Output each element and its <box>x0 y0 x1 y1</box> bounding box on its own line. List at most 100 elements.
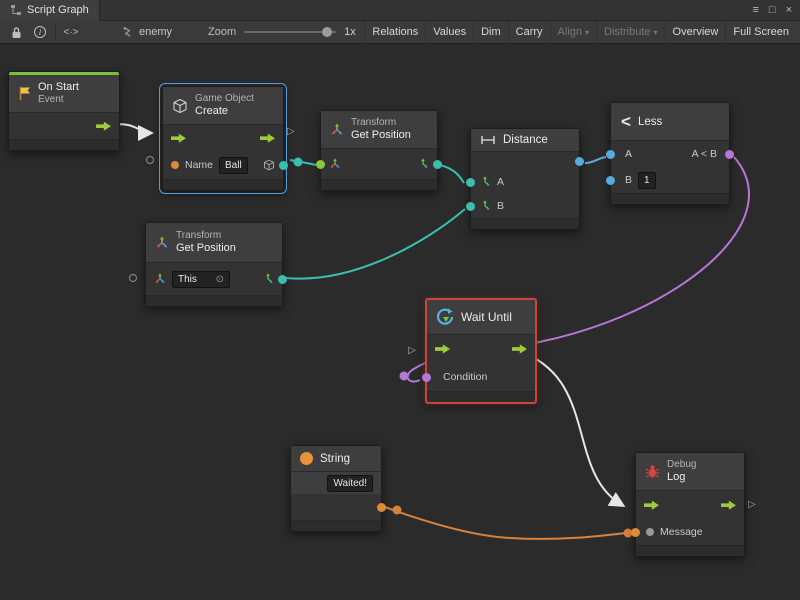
node-footer <box>163 179 283 190</box>
target-dropdown[interactable]: This ⊙ <box>172 271 230 288</box>
node-footer <box>321 179 437 190</box>
graph-toolbar: i <·> enemy Zoom 1x Relations Values Dim… <box>0 21 800 44</box>
node-distance[interactable]: Distance A B <box>470 128 580 230</box>
vector3-icon <box>417 158 429 170</box>
node-title: On Start <box>38 81 79 94</box>
flow-output-arrow-icon[interactable] <box>96 121 111 132</box>
name-label: Name <box>185 159 213 171</box>
carry-button[interactable]: Carry <box>508 21 550 44</box>
string-value-input[interactable]: Waited! <box>327 475 373 492</box>
flag-icon <box>18 86 31 101</box>
node-get-position-2[interactable]: Transform Get Position This ⊙ <box>145 222 283 307</box>
comparison-output-port[interactable] <box>725 150 734 159</box>
node-string[interactable]: String Waited! <box>290 445 382 532</box>
graph-name[interactable]: enemy <box>123 26 172 38</box>
lock-icon[interactable] <box>4 21 28 44</box>
node-header: Transform Get Position <box>146 223 282 263</box>
zoom-slider[interactable] <box>244 31 336 33</box>
window-menu-icon[interactable]: ≡ <box>752 4 758 16</box>
node-debug-log[interactable]: Debug Log Message <box>635 452 745 557</box>
flow-output-arrow-icon[interactable] <box>512 344 527 355</box>
input-b-port[interactable] <box>606 176 615 185</box>
input-row-b: B 1 <box>611 167 729 193</box>
node-footer <box>636 545 744 556</box>
align-button[interactable]: Align▾ <box>550 21 596 44</box>
dim-button[interactable]: Dim <box>473 21 508 44</box>
node-footer <box>146 295 282 306</box>
relations-button[interactable]: Relations <box>364 21 425 44</box>
full-screen-button[interactable]: Full Screen <box>725 21 796 44</box>
node-type: Transform <box>351 117 411 129</box>
condition-row: Condition <box>427 363 535 391</box>
flow-row <box>163 125 283 151</box>
node-wait-until[interactable]: Wait Until Condition <box>425 298 537 404</box>
flow-input-arrow-icon[interactable] <box>171 133 186 144</box>
node-header: < Less <box>611 103 729 141</box>
bug-icon <box>645 464 660 479</box>
value-edit-row: Waited! <box>291 472 381 494</box>
flow-input-arrow-icon[interactable] <box>644 500 659 511</box>
node-subtitle: Event <box>38 94 79 106</box>
node-footer <box>471 218 579 229</box>
string-literal-icon <box>300 452 313 465</box>
message-row: Message <box>636 519 744 545</box>
node-title: Wait Until <box>461 310 512 324</box>
unconnected-port[interactable] <box>129 274 137 282</box>
graph-canvas[interactable]: ▷ ▷ ▷ On Start Event G <box>0 44 800 600</box>
message-input-port[interactable] <box>631 528 640 537</box>
transform-input-port[interactable] <box>316 160 325 169</box>
node-header: Distance <box>471 129 579 152</box>
distance-output-port[interactable] <box>575 157 584 166</box>
vector3-icon <box>262 273 274 285</box>
info-icon[interactable]: i <box>28 21 52 44</box>
input-b-value[interactable]: 1 <box>638 172 656 189</box>
name-port[interactable] <box>171 161 179 169</box>
toolbar-buttons: Relations Values Dim Carry Align▾ Distri… <box>364 21 796 44</box>
unconnected-port[interactable] <box>146 156 154 164</box>
string-output-port[interactable] <box>377 503 386 512</box>
flow-output-arrow-icon[interactable] <box>260 133 275 144</box>
position-output-port[interactable] <box>278 275 287 284</box>
node-header: String <box>291 446 381 472</box>
node-footer <box>611 193 729 204</box>
maximize-icon[interactable]: □ <box>769 4 776 16</box>
window-controls: ≡ □ × <box>752 4 800 16</box>
flow-row <box>9 113 119 139</box>
game-object-output-port[interactable] <box>279 161 288 170</box>
vector3-icon <box>479 176 491 188</box>
zoom-slider-handle[interactable] <box>322 27 332 37</box>
overview-button[interactable]: Overview <box>665 21 726 44</box>
input-a-port[interactable] <box>606 150 615 159</box>
message-port-dot[interactable] <box>646 528 654 536</box>
condition-input-port[interactable] <box>422 373 431 382</box>
name-input[interactable]: Ball <box>219 157 248 174</box>
input-b-port[interactable] <box>466 202 475 211</box>
node-less[interactable]: < Less A A < B B 1 <box>610 102 730 205</box>
flow-row <box>427 335 535 363</box>
wire-string-debuglog <box>382 506 626 539</box>
transform-icon <box>154 273 166 285</box>
flow-input-arrow-icon[interactable] <box>435 344 450 355</box>
edit-code-icon[interactable]: <·> <box>59 21 83 44</box>
node-create-game-object[interactable]: Game Object Create Name Ball <box>162 86 284 191</box>
object-picker-icon[interactable]: ⊙ <box>216 273 224 286</box>
close-icon[interactable]: × <box>786 4 792 16</box>
distribute-button[interactable]: Distribute▾ <box>596 21 664 44</box>
node-get-position-1[interactable]: Transform Get Position <box>320 110 438 191</box>
input-a-port[interactable] <box>466 178 475 187</box>
flow-output-arrow-icon[interactable] <box>721 500 736 511</box>
node-type: Game Object <box>195 93 254 105</box>
carry-triangle-icon: ▷ <box>748 500 756 510</box>
chevron-down-icon: ▾ <box>585 28 589 37</box>
node-title: String <box>320 453 350 465</box>
wire-getposition-distance-a <box>438 165 464 183</box>
node-on-start[interactable]: On Start Event <box>8 71 120 151</box>
node-footer <box>291 520 381 531</box>
node-title: Get Position <box>176 242 236 255</box>
zoom-label: Zoom <box>208 26 236 38</box>
node-header: Debug Log <box>636 453 744 491</box>
position-output-port[interactable] <box>433 160 442 169</box>
tab-script-graph[interactable]: Script Graph <box>0 0 100 21</box>
values-button[interactable]: Values <box>425 21 473 44</box>
node-footer <box>9 139 119 150</box>
